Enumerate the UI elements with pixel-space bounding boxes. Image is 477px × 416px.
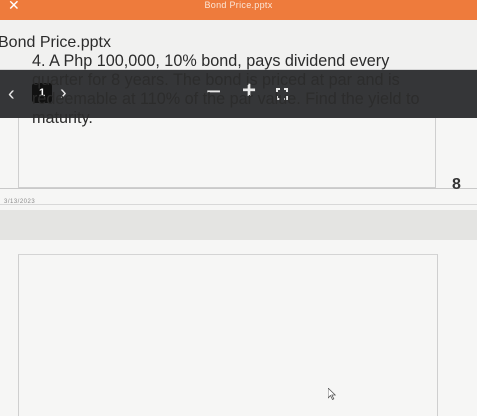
slide-number: 8 <box>452 176 461 193</box>
previous-slide: 8 3/13/2023 <box>0 118 477 210</box>
current-slide <box>0 240 477 416</box>
slide-date: 3/13/2023 <box>4 199 36 205</box>
slide-question-text: 4. A Php 100,000, 10% bond, pays dividen… <box>32 52 420 127</box>
window-title: Bond Price.pptx <box>204 0 273 10</box>
slide-content-frame <box>18 118 436 188</box>
file-name: Bond Price.pptx <box>0 34 111 51</box>
mouse-cursor-icon <box>328 388 336 400</box>
slide-content-frame <box>18 254 438 416</box>
slide-divider <box>0 204 477 205</box>
slide-divider <box>0 188 477 189</box>
window-title-bar: ✕ Bond Price.pptx <box>0 0 477 20</box>
chevron-left-icon[interactable]: ‹ <box>8 83 15 106</box>
slide-gap <box>0 210 477 240</box>
